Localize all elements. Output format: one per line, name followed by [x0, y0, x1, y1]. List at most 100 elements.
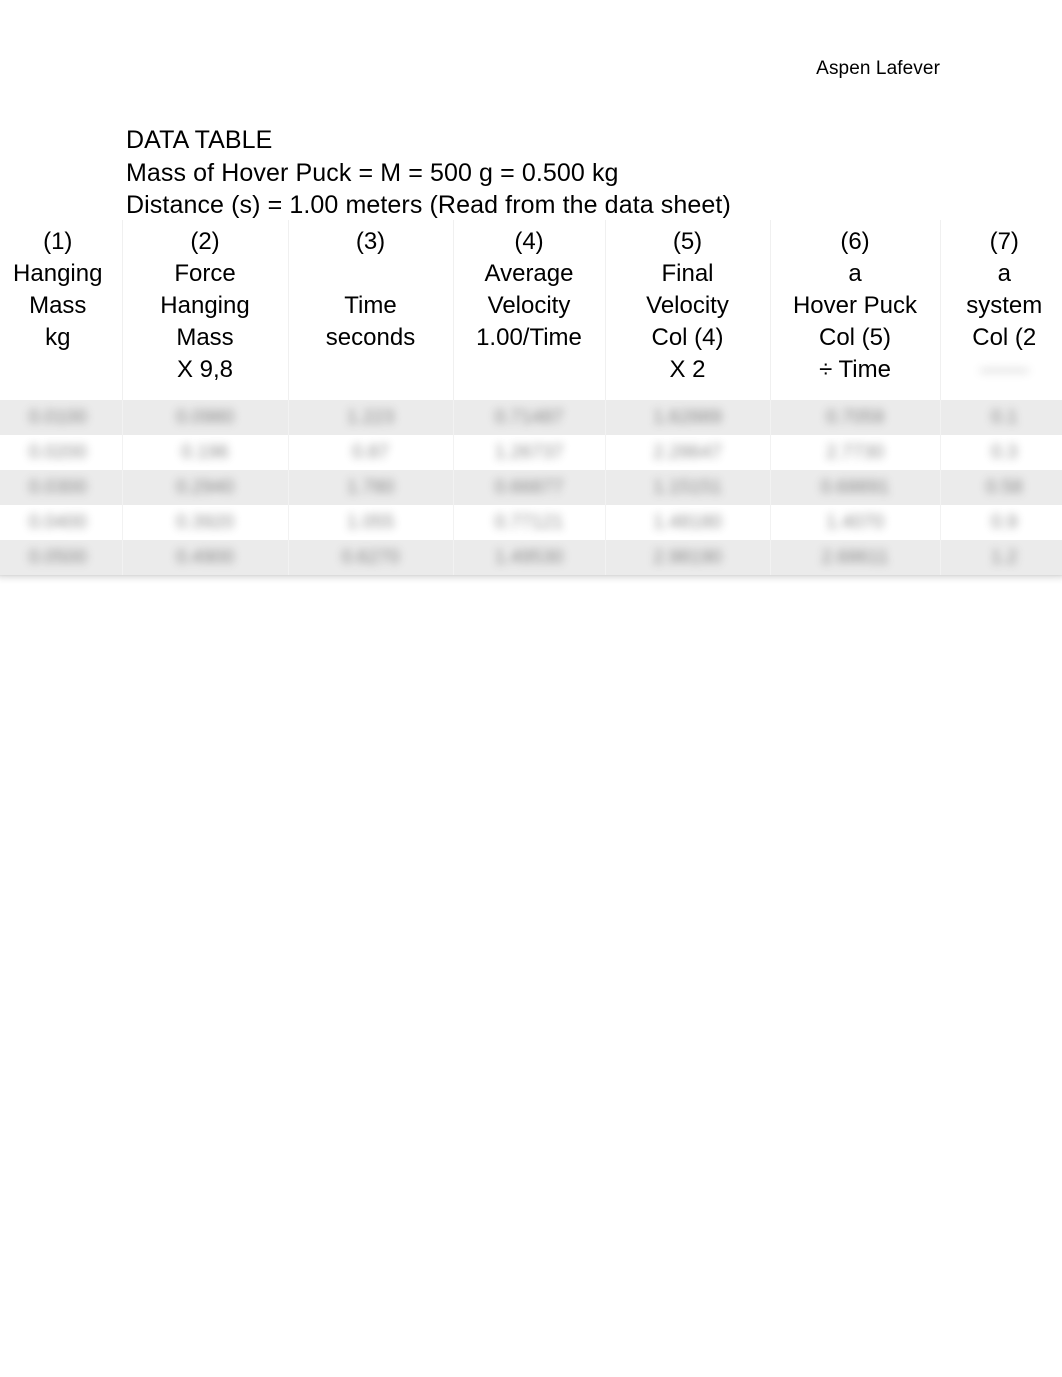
- cell-value: 0.196: [181, 441, 229, 463]
- cell-value: 1.15151: [653, 476, 722, 498]
- table-row: 0.0300 0.2940 1.780 0.66877 1.15151 0.68…: [0, 470, 1062, 505]
- table-cell: 1.055: [288, 505, 454, 540]
- table-cell: 0.87: [288, 435, 454, 470]
- table-cell: 1.4070: [770, 505, 941, 540]
- col6-line-2: Hover Puck: [792, 292, 918, 319]
- cell-value: 2.28647: [653, 441, 722, 463]
- cell-value: 0.3: [991, 441, 1018, 463]
- data-table-body: 0.0100 0.0980 1.223 0.71487 1.62889 0.70…: [0, 400, 1062, 575]
- col2-line-2: Hanging: [160, 292, 250, 319]
- col3-line-2: Time: [344, 292, 397, 319]
- col7-line-4: ——: [980, 356, 1029, 383]
- column-header-6-acceleration-hover-puck: (6) a Hover Puck Col (5) ÷ Time: [770, 220, 941, 400]
- col1-line-2: Mass: [29, 292, 87, 319]
- table-row: 0.0400 0.3920 1.055 0.77121 1.48180 1.40…: [0, 505, 1062, 540]
- table-cell: 0.0400: [0, 505, 123, 540]
- table-cell: 0.2940: [122, 470, 289, 505]
- col4-line-1: Average: [484, 260, 574, 287]
- column-header-2-force-hanging-mass: (2) Force Hanging Mass X 9,8: [122, 220, 289, 400]
- cell-value: 0.87: [352, 441, 389, 463]
- table-cell: 2.28647: [605, 435, 771, 470]
- col3-line-0: (3): [355, 228, 386, 255]
- cell-value: 0.4900: [175, 546, 235, 568]
- cell-value: 0.71487: [494, 406, 564, 428]
- table-cell: 0.58: [940, 470, 1062, 505]
- table-cell: 0.196: [122, 435, 289, 470]
- data-table-card: (1) Hanging Mass kg (2) Force Hanging Ma…: [0, 220, 1062, 575]
- col6-line-1: a: [848, 260, 862, 287]
- column-header-1-hanging-mass: (1) Hanging Mass kg: [0, 220, 123, 400]
- col4-line-2: Velocity: [487, 292, 571, 319]
- table-cell: 1.780: [288, 470, 454, 505]
- column-header-3-time: (3) Time seconds: [288, 220, 454, 400]
- cell-value: 0.3920: [175, 511, 235, 533]
- intro-text-block: DATA TABLE Mass of Hover Puck = M = 500 …: [126, 124, 986, 222]
- table-row: 0.0500 0.4900 0.6270 1.49530 2.98190 2.6…: [0, 540, 1062, 575]
- col6-line-4: ÷ Time: [819, 356, 891, 383]
- col5-line-4: X 2: [669, 356, 706, 383]
- table-cell: 0.0980: [122, 400, 289, 435]
- table-cell: 0.4900: [122, 540, 289, 575]
- table-row: 0.0200 0.196 0.87 1.26737 2.28647 2.7730…: [0, 435, 1062, 470]
- cell-value: 0.9: [991, 511, 1018, 533]
- col6-line-0: (6): [840, 228, 870, 255]
- cell-value: 0.77121: [494, 511, 564, 533]
- cell-value: 2.68611: [821, 546, 889, 568]
- cell-value: 0.0500: [28, 546, 87, 568]
- cell-value: 1.49530: [494, 546, 564, 568]
- column-header-5-final-velocity: (5) Final Velocity Col (4) X 2: [605, 220, 771, 400]
- table-cell: 0.0300: [0, 470, 123, 505]
- table-cell: 0.3: [940, 435, 1062, 470]
- table-cell: 0.7059: [770, 400, 941, 435]
- table-cell: 0.3920: [122, 505, 289, 540]
- col1-line-1: Hanging: [13, 260, 103, 287]
- cell-value: 1.4070: [825, 511, 885, 533]
- cell-value: 1.780: [346, 476, 395, 498]
- table-row: 0.0100 0.0980 1.223 0.71487 1.62889 0.70…: [0, 400, 1062, 435]
- col7-line-0: (7): [989, 228, 1019, 255]
- col1-line-3: kg: [45, 324, 71, 351]
- table-cell: 0.0200: [0, 435, 123, 470]
- col2-line-3: Mass: [176, 324, 234, 351]
- data-table-head: (1) Hanging Mass kg (2) Force Hanging Ma…: [0, 220, 1062, 400]
- table-cell: 0.1: [940, 400, 1062, 435]
- col4-line-3: 1.00/Time: [476, 324, 582, 351]
- col5-line-0: (5): [672, 228, 703, 255]
- cell-value: 1.62889: [653, 406, 722, 428]
- column-header-4-average-velocity: (4) Average Velocity 1.00/Time: [453, 220, 606, 400]
- cell-value: 0.6270: [341, 546, 400, 568]
- cell-value: 1.055: [346, 511, 395, 533]
- col5-line-1: Final: [661, 260, 714, 287]
- data-table: (1) Hanging Mass kg (2) Force Hanging Ma…: [0, 220, 1062, 575]
- table-cell: 1.223: [288, 400, 454, 435]
- table-cell: 2.68611: [770, 540, 941, 575]
- cell-value: 0.0400: [28, 511, 87, 533]
- cell-value: 0.0300: [28, 476, 87, 498]
- cell-value: 2.7730: [825, 441, 885, 463]
- table-header-row: (1) Hanging Mass kg (2) Force Hanging Ma…: [0, 220, 1062, 400]
- cell-value: 0.66877: [494, 476, 564, 498]
- table-cell: 1.2: [940, 540, 1062, 575]
- col6-line-3: Col (5): [818, 324, 891, 351]
- col2-line-0: (2): [190, 228, 220, 255]
- cell-value: 1.2: [991, 546, 1018, 568]
- column-header-7-acceleration-system: (7) a system Col (2 ——: [940, 220, 1062, 400]
- col2-line-1: Force: [174, 260, 236, 287]
- intro-line-distance: Distance (s) = 1.00 meters (Read from th…: [126, 191, 731, 219]
- col3-line-3: seconds: [325, 324, 416, 351]
- table-cell: 1.26737: [453, 435, 606, 470]
- col5-line-3: Col (4): [651, 324, 724, 351]
- col4-line-0: (4): [514, 228, 544, 255]
- intro-line-mass: Mass of Hover Puck = M = 500 g = 0.500 k…: [126, 158, 619, 187]
- col7-line-2: system: [966, 292, 1043, 319]
- table-cell: 0.0100: [0, 400, 123, 435]
- intro-line-title: DATA TABLE: [126, 126, 273, 154]
- cell-value: 1.223: [346, 406, 395, 428]
- cell-value: 1.48180: [653, 511, 722, 533]
- table-cell: 0.68891: [770, 470, 941, 505]
- table-cell: 1.48180: [605, 505, 771, 540]
- cell-value: 0.2940: [175, 476, 235, 498]
- cell-value: 0.0200: [28, 441, 87, 463]
- col7-line-3: Col (2: [972, 324, 1037, 351]
- table-cell: 2.98190: [605, 540, 771, 575]
